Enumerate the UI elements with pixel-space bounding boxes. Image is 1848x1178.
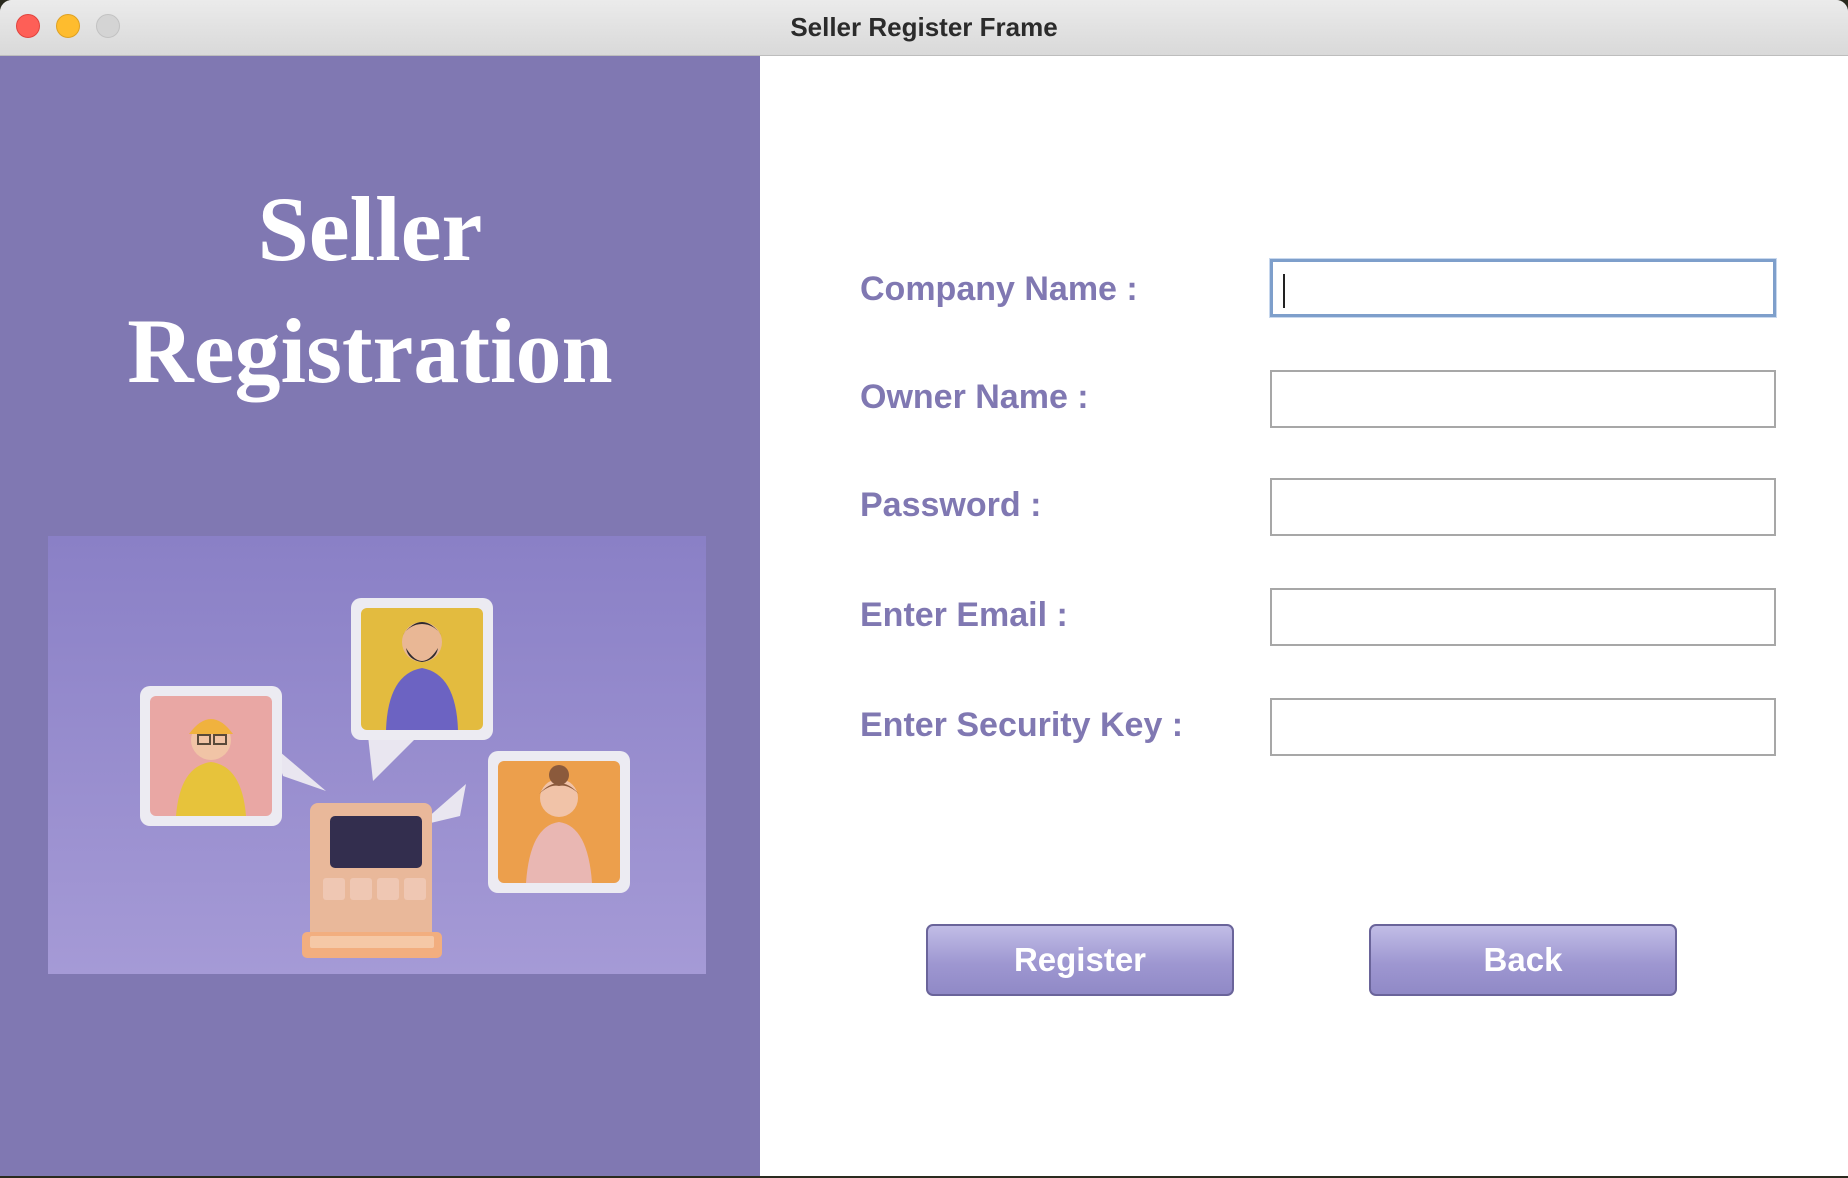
email-field[interactable] xyxy=(1270,588,1776,646)
security-key-label: Enter Security Key : xyxy=(860,706,1184,744)
email-label: Enter Email : xyxy=(860,596,1068,634)
registration-form: Company Name : Owner Name : Password : E… xyxy=(760,56,1848,1176)
security-key-field[interactable] xyxy=(1270,698,1776,756)
owner-name-label: Owner Name : xyxy=(860,378,1089,416)
password-field[interactable] xyxy=(1270,478,1776,536)
owner-name-field[interactable] xyxy=(1270,370,1776,428)
app-window: Seller Register Frame Seller Registratio… xyxy=(0,0,1848,1176)
people-chat-laptop-illustration xyxy=(48,536,706,974)
window-title: Seller Register Frame xyxy=(790,12,1058,42)
company-name-field[interactable] xyxy=(1270,259,1776,317)
register-button[interactable]: Register xyxy=(926,924,1234,996)
back-button[interactable]: Back xyxy=(1369,924,1677,996)
company-name-label: Company Name : xyxy=(860,270,1138,308)
password-label: Password : xyxy=(860,486,1042,524)
heading-line-1: Seller xyxy=(257,178,483,280)
title-bar: Seller Register Frame xyxy=(0,0,1848,56)
left-panel: Seller Registration xyxy=(0,56,760,1176)
heading-line-2: Registration xyxy=(127,300,613,402)
text-caret xyxy=(1283,274,1285,308)
